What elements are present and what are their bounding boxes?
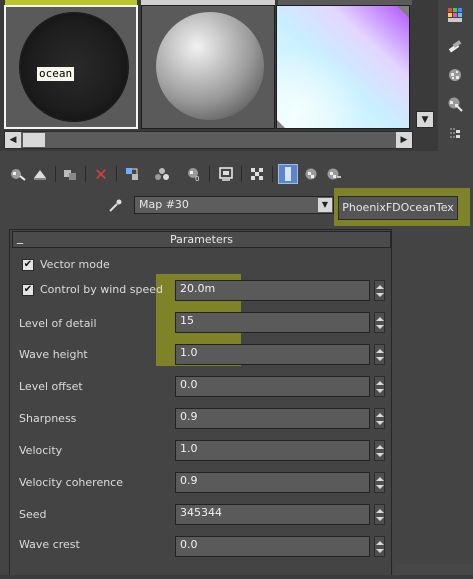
wave-height-spinner[interactable] [374, 344, 385, 365]
get-material-icon[interactable] [8, 164, 28, 184]
go-to-parent-icon[interactable] [302, 164, 322, 184]
velocity-label: Velocity [19, 444, 63, 457]
material-id-icon[interactable]: 0 [184, 164, 204, 184]
toolbar-separator [241, 166, 242, 182]
wind-speed-label: Control by wind speed [40, 283, 163, 296]
uv-tiling-icon[interactable] [445, 94, 465, 114]
slot-view-dropdown-button[interactable]: ▼ [416, 111, 434, 128]
show-map-icon[interactable] [216, 164, 236, 184]
ocean-sample-slot[interactable]: ocean [4, 5, 138, 129]
toolbar-separator [85, 166, 86, 182]
wave-crest-label: Wave crest [19, 538, 80, 551]
vector-mode-label: Vector mode [40, 258, 110, 271]
toolbar-separator [272, 166, 273, 182]
velocity-field[interactable]: 1.0 [175, 440, 370, 461]
show-end-result-icon[interactable] [278, 164, 298, 184]
gradient-sample-slot[interactable] [276, 5, 410, 129]
scroll-thumb[interactable] [23, 133, 45, 147]
velocity-coherence-label: Velocity coherence [19, 476, 124, 489]
make-unique-icon[interactable] [122, 164, 142, 184]
velocity-coherence-spinner[interactable] [374, 472, 385, 493]
standard-material-sample-slot[interactable] [141, 5, 275, 129]
make-preview-icon[interactable] [445, 124, 465, 144]
background-icon[interactable] [445, 65, 465, 85]
wave-crest-field[interactable]: 0.0 [175, 536, 370, 557]
sharpness-label: Sharpness [19, 412, 77, 425]
gradient-preview [277, 6, 409, 128]
go-forward-icon[interactable] [324, 164, 344, 184]
seed-spinner[interactable] [374, 504, 385, 525]
scroll-left-button[interactable]: ◀ [5, 132, 21, 148]
wind-speed-spinner[interactable] [374, 280, 385, 301]
map-name-field[interactable]: Map #30 ▼ [134, 196, 334, 214]
vector-mode-checkbox[interactable]: ✔ [22, 259, 34, 271]
put-material-icon[interactable] [30, 164, 50, 184]
map-type-button[interactable]: PhoenixFDOceanTex [338, 196, 458, 220]
velocity-spinner[interactable] [374, 440, 385, 461]
level-offset-spinner[interactable] [374, 376, 385, 397]
seed-label: Seed [19, 508, 47, 521]
map-name-text: Map #30 [139, 198, 189, 211]
svg-text:0: 0 [195, 175, 199, 182]
toolbar-separator [209, 166, 210, 182]
rollout-header[interactable]: _ Parameters [12, 230, 391, 248]
sample-type-icon[interactable] [445, 5, 465, 25]
wave-height-field[interactable]: 1.0 [175, 344, 370, 365]
material-sphere-preview [156, 12, 264, 120]
seed-field[interactable]: 345344 [175, 504, 370, 525]
sample-slots-area: ocean ◀ ▶ ▼ [0, 0, 438, 151]
wind-speed-checkbox[interactable]: ✔ [22, 284, 34, 296]
sharpness-spinner[interactable] [374, 408, 385, 429]
level-offset-label: Level offset [19, 380, 83, 393]
bottom-divider [0, 575, 473, 579]
toolbar-separator [116, 166, 117, 182]
delete-icon[interactable]: ✕ [91, 164, 111, 184]
pick-material-eyedropper-icon[interactable] [106, 197, 124, 215]
level-of-detail-label: Level of detail [19, 317, 97, 330]
slot-name-label: ocean [37, 67, 75, 81]
scroll-right-button[interactable]: ▶ [396, 132, 412, 148]
material-editor-toolbar: ✕ 0 [0, 162, 473, 186]
velocity-coherence-field[interactable]: 0.9 [175, 472, 370, 493]
assign-material-icon[interactable] [60, 164, 80, 184]
level-of-detail-spinner[interactable] [374, 312, 385, 333]
sample-slots-scrollbar[interactable]: ◀ ▶ [4, 131, 413, 149]
sharpness-field[interactable]: 0.9 [175, 408, 370, 429]
backlight-icon[interactable] [445, 36, 465, 56]
level-offset-field[interactable]: 0.0 [175, 376, 370, 397]
put-to-library-icon[interactable] [152, 164, 172, 184]
level-of-detail-field[interactable]: 15 [175, 312, 370, 333]
wave-height-label: Wave height [19, 348, 88, 361]
chevron-down-icon[interactable]: ▼ [318, 198, 332, 212]
wave-crest-spinner[interactable] [374, 536, 385, 557]
rollout-title: Parameters [170, 233, 233, 246]
show-background-icon[interactable] [247, 164, 267, 184]
wind-speed-field[interactable]: 20.0m [175, 280, 370, 301]
toolbar-separator [55, 166, 56, 182]
material-editor: ocean ◀ ▶ ▼ ✕ 0 Map #30 ▼ PhoenixFDOcean… [0, 0, 473, 579]
